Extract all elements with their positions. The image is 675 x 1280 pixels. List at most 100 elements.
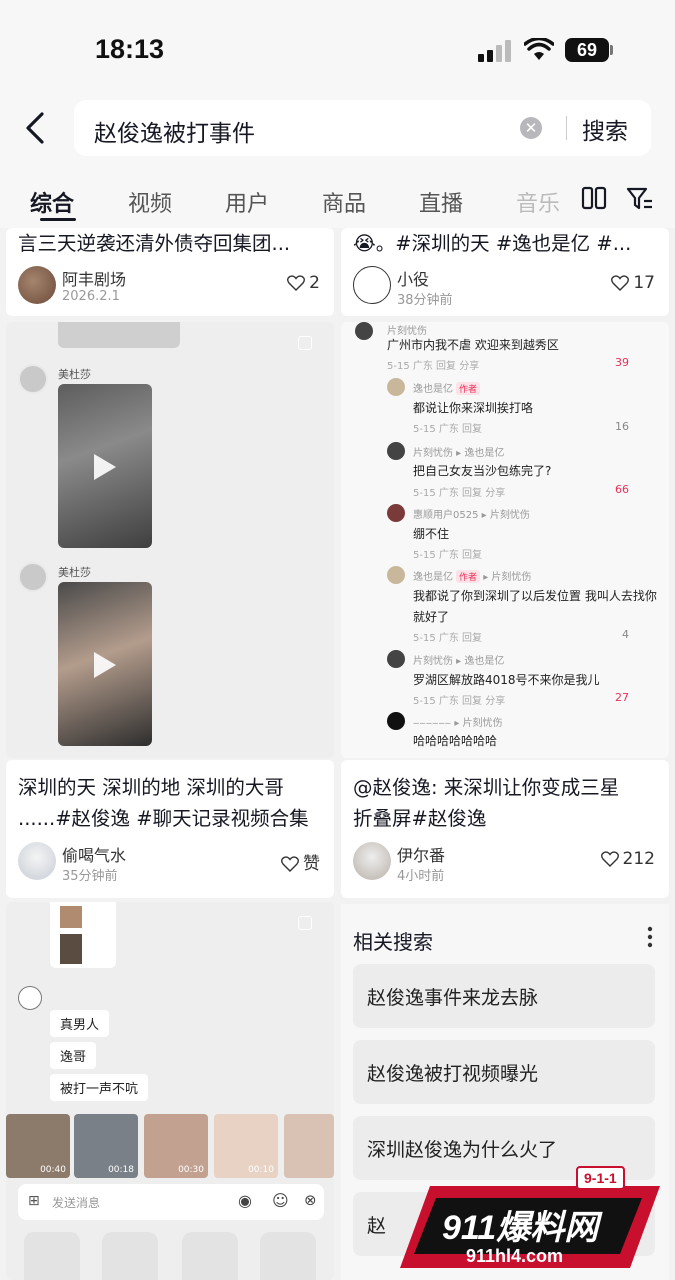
tab-live[interactable]: 直播 [419, 186, 463, 218]
select-checkbox[interactable] [298, 336, 312, 350]
chat-video[interactable] [58, 582, 152, 746]
search-query[interactable]: 赵俊逸被打事件 [94, 114, 255, 148]
post-time: 35分钟前 [62, 869, 118, 884]
author-badge: 作者 [456, 570, 481, 583]
image-icon[interactable] [24, 1232, 80, 1280]
video-thumbnail-chat[interactable]: 美杜莎 美杜莎 [6, 322, 334, 758]
comment-user-name: 逸也是亿 [413, 572, 453, 583]
battery-icon: 69 [565, 38, 609, 62]
media-thumb[interactable]: 00:40 [6, 1114, 70, 1178]
comment-like-count[interactable]: 66 [615, 483, 629, 496]
box-icon[interactable] [182, 1232, 238, 1280]
tab-products[interactable]: 商品 [322, 186, 366, 218]
comment-text-cont: 就好了 [413, 610, 450, 624]
avatar[interactable] [18, 266, 56, 304]
apps-icon[interactable]: ⊞ [28, 1193, 40, 1209]
chat-username: 美杜莎 [58, 566, 91, 579]
wifi-icon [524, 38, 554, 60]
video-thumbnail-dm[interactable]: 真男人 逸哥 被打一声不吭 00:40 00:18 00:30 00:10 ⊞ … [6, 902, 334, 1280]
card-title-line1: @赵俊逸: 来深圳让你变成三星 [353, 776, 620, 799]
clear-icon[interactable]: ✕ [520, 117, 542, 139]
play-icon [94, 652, 116, 678]
chat-image [50, 902, 116, 968]
watermark-url: 911hl4.com [466, 1246, 564, 1266]
author-name[interactable]: 伊尔番 [397, 842, 445, 866]
media-thumb[interactable]: 00:30 [144, 1114, 208, 1178]
author-name[interactable]: 偷喝气水 [62, 842, 126, 866]
like-count[interactable]: 赞 [281, 849, 320, 874]
play-icon [94, 454, 116, 480]
voice-icon[interactable]: ◉ [238, 1191, 252, 1210]
more-options-icon[interactable] [647, 926, 653, 948]
watermark-badge: 9-1-1 [576, 1166, 625, 1190]
active-tab-indicator [40, 218, 76, 221]
close-icon[interactable]: ⊗ [304, 1191, 317, 1209]
avatar [387, 442, 405, 460]
tab-video[interactable]: 视频 [128, 186, 172, 218]
comment-like-count[interactable]: 27 [615, 691, 629, 704]
watermark-brand: 911爆料网 [442, 1209, 599, 1247]
avatar[interactable] [18, 842, 56, 880]
select-checkbox[interactable] [298, 916, 312, 930]
result-card[interactable]: 深圳的天 深圳的地 深圳的大哥 ......#赵俊逸 #聊天记录视频合集 偷喝气… [6, 760, 334, 898]
related-search-item[interactable]: 赵俊逸事件来龙去脉 [353, 964, 655, 1028]
media-thumb[interactable] [284, 1114, 334, 1178]
chat-video[interactable] [58, 384, 152, 548]
comment-text: 我都说了你到深圳了以后发位置 我叫人去找你 [413, 589, 657, 603]
video-thumbnail-comments[interactable]: 片刻忧伤 广州市内我不虐 欢迎来到越秀区 5-15 广东 回复 分享 39 逸也… [341, 322, 669, 758]
chat-image-photo [60, 934, 82, 964]
related-search-item[interactable]: 赵俊逸被打视频曝光 [353, 1040, 655, 1104]
like-number: 212 [622, 849, 655, 869]
like-count[interactable]: 17 [611, 273, 655, 293]
comment-reply-to: ▸ 片刻忧伤 [483, 572, 532, 583]
like-count[interactable]: 2 [287, 273, 320, 293]
avatar [18, 562, 48, 592]
comment-text: 绷不住 [413, 527, 450, 541]
media-duration: 00:18 [108, 1165, 134, 1175]
comment-meta: 5-15 广东 回复 分享 [413, 488, 506, 499]
clock: 18:13 [95, 34, 165, 64]
comment-text: 把自己女友当沙包练完了? [413, 464, 552, 478]
result-card[interactable]: 😭。#深圳的天 #逸也是亿 #... 小役 38分钟前 17 [341, 228, 669, 316]
like-count[interactable]: 212 [600, 849, 655, 869]
tab-music[interactable]: 音乐 [516, 186, 560, 218]
comment-like-count[interactable]: 39 [615, 356, 629, 369]
card-meta: 小役 38分钟前 17 [341, 258, 669, 314]
search-input[interactable]: 赵俊逸被打事件 ✕ 搜索 [74, 100, 651, 156]
tab-comprehensive[interactable]: 综合 [30, 186, 74, 218]
avatar [387, 378, 405, 396]
media-thumb[interactable]: 00:10 [214, 1114, 278, 1178]
filter-icon[interactable] [626, 186, 654, 212]
tab-users[interactable]: 用户 [225, 186, 269, 218]
comment-text: 广州市内我不虐 欢迎来到越秀区 [387, 338, 559, 352]
comment-user: 片刻忧伤 ▸ 逸也是亿 [413, 656, 505, 667]
card-title-line1: 深圳的天 深圳的地 深圳的大哥 [18, 776, 284, 799]
avatar[interactable] [353, 266, 391, 304]
avatar [18, 364, 48, 394]
media-duration: 00:10 [248, 1165, 274, 1175]
author-badge: 作者 [456, 382, 481, 395]
comment-meta: 5-15 广东 回复 分享 [413, 696, 506, 707]
emoji-icon[interactable]: ☺ [272, 1191, 289, 1210]
heart-icon [611, 275, 630, 291]
result-card[interactable]: 言三天逆袭还清外债夺回集团... 阿丰剧场 2026.2.1 2 [6, 228, 334, 316]
result-card[interactable]: @赵俊逸: 来深圳让你变成三星 折叠屏#赵俊逸 伊尔番 4小时前 212 [341, 760, 669, 898]
search-button[interactable]: 搜索 [582, 112, 628, 146]
author-name[interactable]: 阿丰剧场 [62, 266, 126, 290]
back-arrow-icon[interactable] [18, 108, 54, 148]
media-thumb[interactable]: 00:18 [74, 1114, 138, 1178]
camera-icon[interactable] [102, 1232, 158, 1280]
author-name[interactable]: 小役 [397, 266, 429, 290]
avatar[interactable] [353, 842, 391, 880]
message-input[interactable]: ⊞ 发送消息 ◉ ☺ ⊗ [18, 1184, 324, 1220]
comment-like-count[interactable]: 4 [622, 628, 629, 641]
comment-like-count[interactable]: 16 [615, 420, 629, 433]
comment-user: ‒‒‒‒‒‒ ▸ 片刻忧伤 [413, 718, 503, 729]
post-time: 38分钟前 [397, 293, 453, 308]
card-title: 😭。#深圳的天 #逸也是亿 #... [353, 232, 632, 255]
like-number: 赞 [303, 854, 320, 874]
location-icon[interactable] [260, 1232, 316, 1280]
comment-user: 片刻忧伤 [387, 326, 427, 337]
avatar [387, 650, 405, 668]
layout-toggle-icon[interactable] [581, 186, 607, 210]
